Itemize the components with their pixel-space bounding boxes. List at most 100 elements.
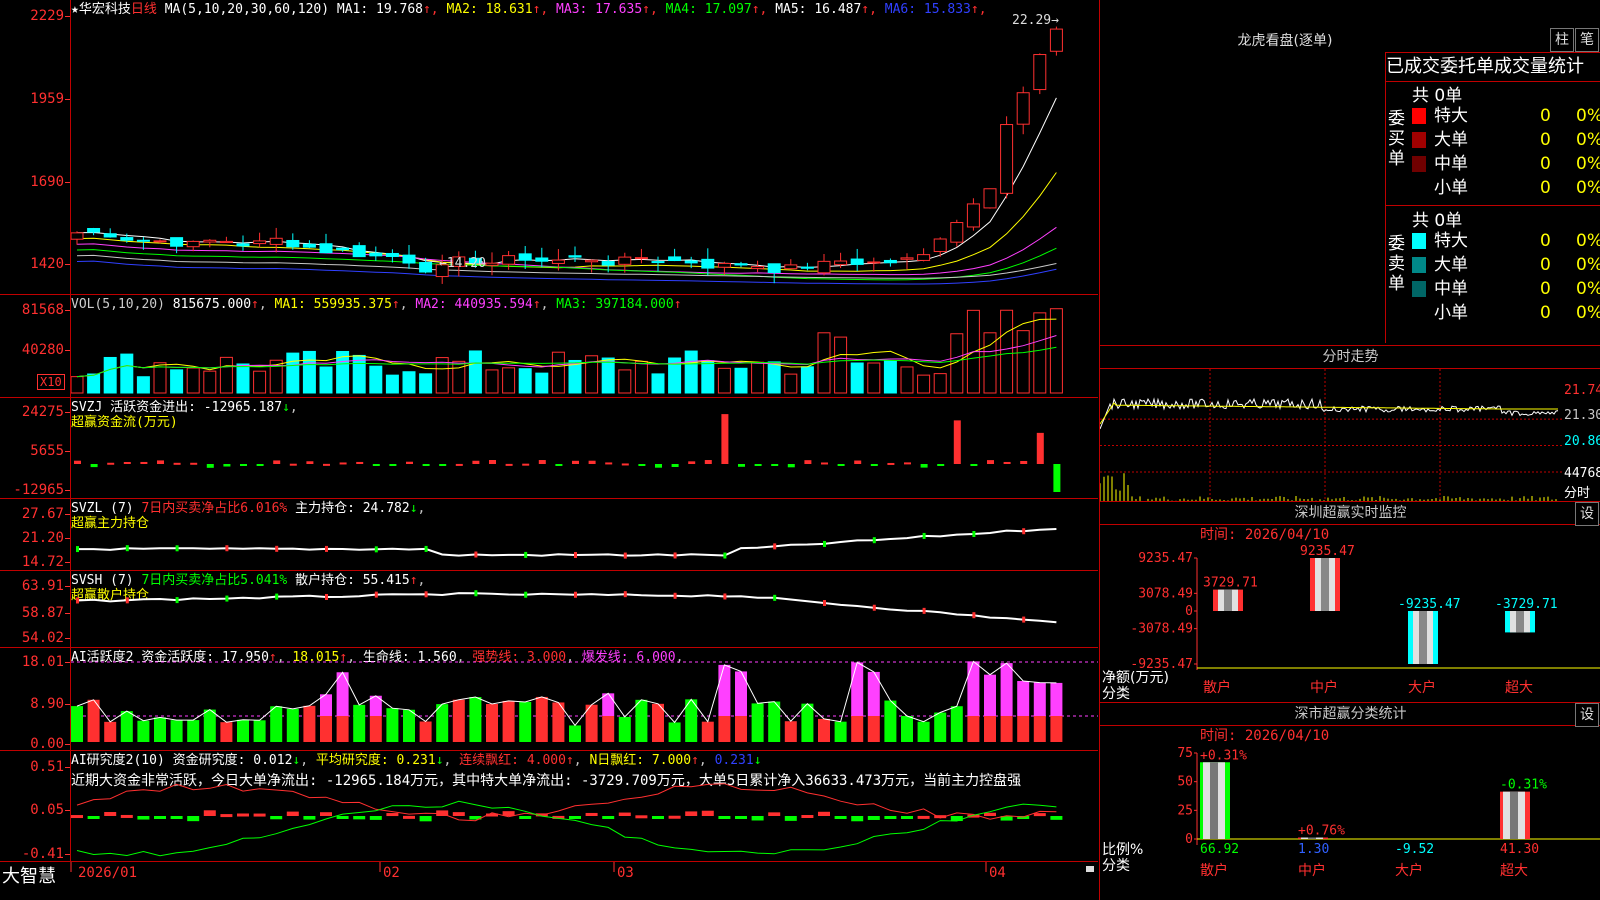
order-row[interactable]: 特大 0 0% bbox=[1410, 229, 1600, 253]
volume-bar[interactable] bbox=[734, 367, 748, 394]
candle[interactable] bbox=[551, 259, 565, 264]
candle[interactable] bbox=[70, 232, 84, 240]
tick-mode-button[interactable]: 笔 bbox=[1575, 28, 1599, 52]
volume-bar[interactable] bbox=[601, 357, 615, 394]
svzj-panel[interactable]: 24275 5655 -12965 SVZJ 活跃资金进出: -12965.18… bbox=[0, 398, 1098, 499]
order-row[interactable]: 大单 0 0% bbox=[1410, 128, 1600, 152]
research-bar[interactable] bbox=[950, 816, 963, 822]
volume-bar[interactable] bbox=[402, 371, 416, 394]
research-bar[interactable] bbox=[253, 813, 266, 817]
research-bar[interactable] bbox=[353, 816, 366, 820]
fund-flow-bar[interactable] bbox=[821, 462, 828, 465]
activity-burst-bar[interactable] bbox=[1017, 681, 1030, 716]
fund-flow-bar[interactable] bbox=[970, 464, 978, 466]
research-bar[interactable] bbox=[187, 816, 200, 822]
research-bar[interactable] bbox=[602, 816, 615, 819]
fund-flow-bar[interactable] bbox=[1020, 460, 1028, 464]
activity-bar[interactable] bbox=[818, 718, 830, 742]
research-bar[interactable] bbox=[718, 816, 731, 819]
volume-bar[interactable] bbox=[186, 367, 200, 394]
candle[interactable] bbox=[867, 261, 881, 264]
activity-bar[interactable] bbox=[735, 716, 747, 742]
activity-bar[interactable] bbox=[452, 699, 465, 742]
research-bar[interactable] bbox=[585, 812, 598, 816]
candle[interactable] bbox=[87, 228, 101, 233]
fund-flow-bar[interactable] bbox=[439, 464, 447, 466]
volume-bar[interactable] bbox=[800, 366, 814, 394]
activity-burst-bar[interactable] bbox=[967, 661, 980, 716]
fund-flow-bar[interactable] bbox=[289, 463, 297, 466]
volume-bar[interactable] bbox=[352, 354, 366, 394]
activity-burst-bar[interactable] bbox=[1050, 682, 1063, 716]
volume-bar[interactable] bbox=[103, 356, 117, 394]
fund-flow-bar[interactable] bbox=[173, 462, 181, 465]
activity-bar[interactable] bbox=[635, 699, 648, 742]
bar-mode-button[interactable]: 柱 bbox=[1550, 28, 1574, 52]
activity-bar[interactable] bbox=[386, 708, 399, 742]
candle[interactable] bbox=[950, 222, 964, 243]
fund-flow-bar[interactable] bbox=[123, 461, 131, 464]
candle[interactable] bbox=[585, 259, 599, 263]
activity-bar[interactable] bbox=[120, 711, 133, 742]
activity-bar[interactable] bbox=[784, 721, 797, 742]
activity-bar[interactable] bbox=[369, 716, 382, 742]
volume-bar[interactable] bbox=[1000, 309, 1014, 394]
research-bar[interactable] bbox=[1050, 816, 1063, 820]
activity-bar[interactable] bbox=[1017, 716, 1030, 742]
activity-burst-bar[interactable] bbox=[984, 674, 996, 716]
fund-flow-bar[interactable] bbox=[738, 464, 745, 467]
candle[interactable] bbox=[485, 262, 499, 266]
fund-flow-bar[interactable] bbox=[887, 462, 895, 465]
activity-bar[interactable] bbox=[519, 701, 532, 742]
activity-burst-bar[interactable] bbox=[336, 672, 349, 716]
monitor-bar[interactable] bbox=[1408, 611, 1438, 664]
activity-bar[interactable] bbox=[535, 696, 548, 742]
research-bar[interactable] bbox=[801, 815, 814, 819]
activity-bar[interactable] bbox=[336, 716, 349, 742]
activity-burst-bar[interactable] bbox=[735, 671, 747, 716]
fund-flow-bar[interactable] bbox=[372, 464, 380, 466]
kline-panel[interactable]: 2229 1959 1690 1420 ★华宏科技日线 MA(5,10,20,3… bbox=[0, 0, 1098, 295]
classify-bar[interactable] bbox=[1200, 762, 1230, 839]
order-row[interactable]: 大单 0 0% bbox=[1410, 253, 1600, 277]
candle[interactable] bbox=[103, 233, 117, 238]
order-row[interactable]: 小单 0 0% bbox=[1410, 301, 1600, 325]
activity-bar[interactable] bbox=[320, 716, 332, 742]
activity-bar[interactable] bbox=[668, 722, 681, 742]
fund-flow-bar[interactable] bbox=[157, 460, 164, 464]
volume-bar[interactable] bbox=[535, 372, 549, 394]
activity-bar[interactable] bbox=[884, 700, 897, 742]
activity-bar[interactable] bbox=[286, 708, 299, 742]
candle[interactable] bbox=[834, 260, 848, 266]
fund-flow-bar[interactable] bbox=[987, 460, 994, 464]
order-row[interactable]: 特大 0 0% bbox=[1410, 104, 1600, 128]
fund-flow-bar[interactable] bbox=[223, 464, 231, 467]
research-bar[interactable] bbox=[851, 816, 864, 822]
volume-chart[interactable] bbox=[70, 295, 1098, 397]
candle[interactable] bbox=[800, 266, 814, 269]
fund-flow-bar[interactable] bbox=[1036, 432, 1044, 464]
volume-bar[interactable] bbox=[452, 360, 466, 394]
candle[interactable] bbox=[734, 263, 748, 266]
activity-bar[interactable] bbox=[569, 725, 581, 742]
research-bar[interactable] bbox=[403, 815, 415, 819]
fund-flow-bar[interactable] bbox=[90, 464, 98, 468]
volume-bar[interactable] bbox=[518, 368, 532, 394]
fund-flow-bar[interactable] bbox=[323, 463, 330, 466]
volume-bar[interactable] bbox=[933, 373, 947, 394]
classify-bar[interactable] bbox=[1500, 791, 1530, 839]
candle[interactable] bbox=[203, 239, 217, 243]
activity-bar[interactable] bbox=[1050, 716, 1063, 742]
fund-flow-bar[interactable] bbox=[74, 460, 81, 464]
fund-flow-bar[interactable] bbox=[572, 460, 579, 464]
classify-settings-button[interactable]: 设 bbox=[1575, 703, 1599, 727]
research-bar[interactable] bbox=[87, 816, 100, 819]
volume-bar[interactable] bbox=[784, 373, 798, 394]
ai-research-panel[interactable]: 0.51 0.05 -0.41 AI研究度2(10) 资金研究度: 0.012↓… bbox=[0, 751, 1098, 862]
volume-bar[interactable] bbox=[834, 336, 848, 394]
activity-bar[interactable] bbox=[104, 721, 117, 742]
activity-bar[interactable] bbox=[187, 720, 200, 742]
research-bar[interactable] bbox=[270, 816, 283, 820]
research-bar[interactable] bbox=[867, 816, 880, 820]
fund-flow-bar[interactable] bbox=[920, 464, 928, 468]
